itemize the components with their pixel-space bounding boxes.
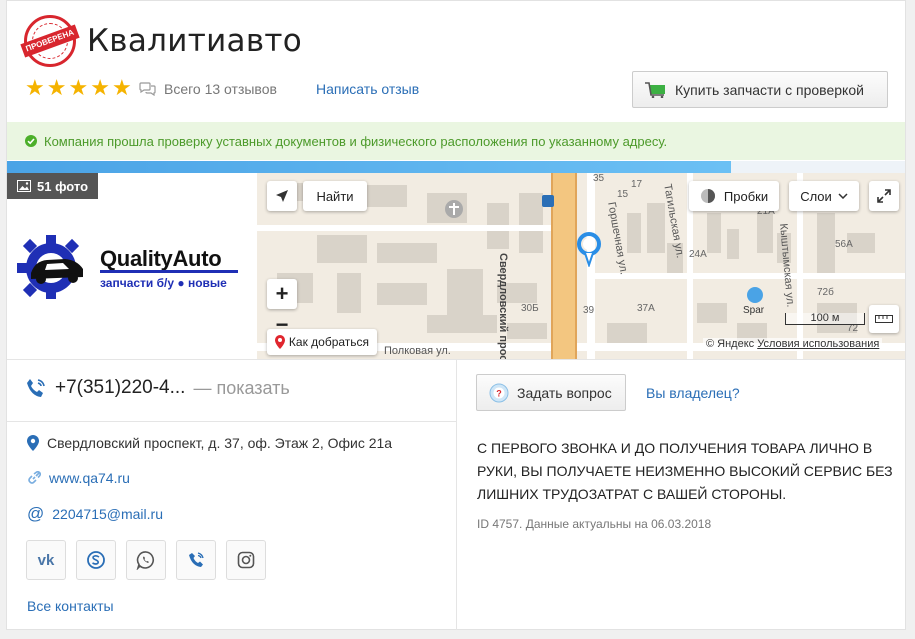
zoom-in-button[interactable]: + [267,279,297,309]
ruler-button[interactable] [869,305,899,333]
expand-icon [877,189,891,203]
traffic-icon [700,189,715,203]
company-title: Квалитиавто [87,23,303,59]
cart-icon [645,81,665,98]
ask-question-button[interactable]: ? Задать вопрос [476,374,626,411]
fullscreen-button[interactable] [869,181,899,211]
ask-question-label: Задать вопрос [517,384,612,401]
find-button[interactable]: Найти [303,181,367,211]
logo-title: QualityAuto [100,246,222,271]
map-attribution: © Яндекс Условия использования [703,338,883,350]
phone-number: +7(351)220-4... [55,377,186,398]
photo-count-label: 51 фото [37,178,89,194]
vk-button[interactable]: vk [26,540,66,580]
navigation-arrow-icon [276,190,288,202]
street-label: Полковая ул. [384,345,451,357]
poi-label: Spar [743,305,765,316]
progress-bar-fill [7,161,731,173]
map-scale-label: 100 м [810,312,840,324]
layers-label: Слои [800,188,832,204]
email-link[interactable]: 2204715@mail.ru [52,506,163,522]
viber-icon [189,552,204,567]
column-divider [456,360,457,630]
instagram-icon [237,551,255,569]
directions-button[interactable]: Как добраться [267,329,377,355]
star-icon: ★ [111,75,132,100]
map-pin-icon [274,335,285,349]
email-row[interactable]: @ 2204715@mail.ru [27,504,163,524]
buy-parts-label: Купить запчасти с проверкой [675,81,864,98]
reviews-count-text: Всего 13 отзывов [164,81,277,97]
directions-label: Как добраться [288,335,370,349]
at-sign-icon: @ [27,504,45,523]
star-icon: ★ [25,75,45,100]
contacts-divider [7,421,456,422]
building-number: 72б [817,287,834,298]
photo-count-button[interactable]: 51 фото [7,173,99,199]
whatsapp-icon [136,551,155,570]
all-contacts-link[interactable]: Все контакты [27,598,114,614]
star-icon: ★ [46,75,67,100]
chevron-down-icon [838,193,848,199]
building-number: 30Б [521,303,539,314]
website-row[interactable]: www.qa74.ru [27,470,130,486]
check-circle-icon [25,135,37,147]
skype-icon [87,551,105,569]
address-row: Свердловский проспект, д. 37, оф. Этаж 2… [27,435,392,451]
map-marker-icon [27,435,39,451]
website-link[interactable]: www.qa74.ru [49,470,130,486]
building-number: 17 [631,179,643,190]
instagram-button[interactable] [226,540,266,580]
locate-button[interactable] [267,181,297,211]
phone-row[interactable]: +7(351)220-4... — показать [25,377,290,399]
company-photo[interactable]: 51 фото QualityAuto запчасти б/у ● новые [7,173,257,359]
building-number: 24А [689,249,707,260]
address-text: Свердловский проспект, д. 37, оф. Этаж 2… [47,435,393,451]
location-pin-icon[interactable] [575,231,603,267]
logo-subtitle: запчасти б/у ● новые [100,276,227,290]
vk-icon: vk [37,551,55,569]
star-icon: ★ [90,75,110,100]
svg-text:?: ? [496,388,502,398]
progress-bar [7,161,905,173]
street-label: Свердловский просп. [497,253,509,359]
gear-car-logo-icon [17,235,83,299]
comments-icon [139,82,156,96]
owner-link[interactable]: Вы владелец? [646,385,740,401]
image-icon [17,180,31,192]
company-description: С ПЕРВОГО ЗВОНКА И ДО ПОЛУЧЕНИЯ ТОВАРА Л… [477,440,893,502]
buy-parts-button[interactable]: Купить запчасти с проверкой [632,71,888,108]
show-phone-link[interactable]: — показать [193,378,289,399]
link-icon [28,471,41,484]
building-number: 37А [637,303,655,314]
building-number: 39 [583,305,595,316]
logo-underline [100,270,238,273]
viber-button[interactable] [176,540,216,580]
map-copyright: © Яндекс [706,338,755,350]
verified-badge-icon: ПРОВЕРЕНА [20,15,80,67]
phone-icon [27,379,45,397]
verified-notice-text: Компания прошла проверку уставных докуме… [44,133,668,149]
building-number: 56А [835,239,853,250]
building-number: 35 [593,173,605,184]
building-number: 15 [617,189,629,200]
write-review-link[interactable]: Написать отзыв [316,81,419,97]
map-scale: 100 м [785,313,865,325]
star-icon: ★ [68,75,89,100]
traffic-button[interactable]: Пробки [689,181,779,211]
traffic-label: Пробки [723,188,769,204]
verified-notice: Компания прошла проверку уставных докуме… [7,122,905,160]
map-terms-link[interactable]: Условия использования [757,338,879,350]
company-card: ПРОВЕРЕНА Квалитиавто ★ ★ ★ ★ ★ Всего 13… [6,0,906,630]
map-widget[interactable]: Свердловский просп. Горшечная ул. Тагиль… [257,173,905,359]
skype-button[interactable] [76,540,116,580]
whatsapp-button[interactable] [126,540,166,580]
ruler-icon [875,315,893,323]
social-buttons: vk [26,540,266,580]
layers-button[interactable]: Слои [789,181,859,211]
reviews-count[interactable]: Всего 13 отзывов [139,81,277,97]
question-icon: ? [489,383,509,402]
company-meta: ID 4757. Данные актуальны на 06.03.2018 [477,517,712,531]
rating-stars: ★ ★ ★ ★ ★ [25,77,132,99]
